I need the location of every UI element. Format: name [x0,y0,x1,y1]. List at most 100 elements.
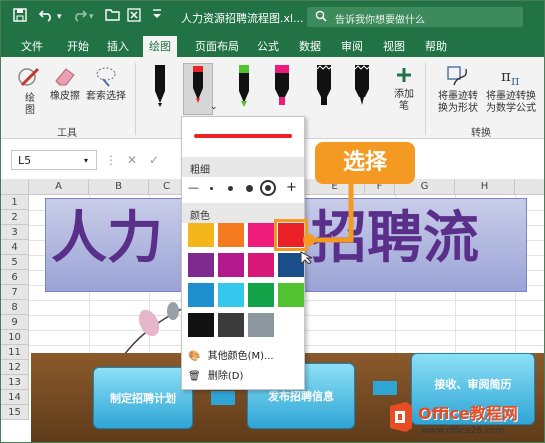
ink-to-math-label: 将墨迹转换 为数学公式 [486,91,536,114]
tab-review[interactable]: 审阅 [341,38,363,54]
tab-formulas[interactable]: 公式 [257,38,279,54]
color-swatch[interactable] [188,283,214,307]
draw-button[interactable]: 绘 图 [15,65,45,117]
save-icon[interactable] [13,8,27,26]
column-header[interactable]: A [29,179,89,195]
row-header[interactable]: 1 [1,195,29,210]
eraser-label: 橡皮擦 [50,91,80,102]
color-swatch[interactable] [248,283,274,307]
select-all-corner[interactable] [1,179,29,195]
column-header[interactable]: C [149,179,185,195]
trash-icon: 🗑 [188,371,201,382]
row-header[interactable]: 13 [1,375,29,390]
flow-arrow [211,391,235,405]
thickness-1-icon[interactable] [210,187,213,190]
highlighter-pink[interactable] [267,63,297,109]
row-header[interactable]: 8 [1,300,29,315]
search-icon [315,10,327,25]
eraser-icon [55,68,75,86]
color-swatch[interactable] [188,253,214,277]
color-swatch[interactable] [188,223,214,247]
draw-label: 绘 图 [25,93,35,116]
row-header[interactable]: 5 [1,255,29,270]
color-label: 颜色 [190,211,210,222]
row-header[interactable]: 6 [1,270,29,285]
logo-name: Office教程网 [418,404,518,423]
color-swatch[interactable] [248,223,274,247]
draw-icon [18,67,40,87]
tab-draw[interactable]: 绘图 [143,36,177,57]
delete-item[interactable]: 🗑 删除(D) [188,367,243,382]
undo-dropdown-icon[interactable]: ▾ [57,12,62,22]
highlighter-black-icon [316,65,332,105]
column-header[interactable]: B [89,179,149,195]
tab-file[interactable]: 文件 [21,38,43,54]
ink-to-shape-icon [447,66,467,86]
row-header[interactable]: 11 [1,345,29,360]
color-swatch[interactable] [278,283,304,307]
pen-options-chevron-icon[interactable]: ⌄ [210,102,218,112]
thickness-minus-icon[interactable]: — [188,181,199,194]
redo-dropdown-icon[interactable]: ▾ [89,12,94,22]
color-swatch[interactable] [188,313,214,337]
pencil-black-icon [354,65,370,105]
row-header[interactable]: 15 [1,405,29,420]
tab-view[interactable]: 视图 [383,38,405,54]
open-folder-icon[interactable] [105,8,120,25]
enter-icon[interactable]: ✓ [149,153,159,167]
ink-to-shape-button[interactable]: 将墨迹转 换为形状 [433,65,483,115]
office-logo-icon [390,402,412,432]
row-header[interactable]: 4 [1,240,29,255]
thickness-3-icon[interactable] [246,185,253,192]
color-swatch[interactable] [248,313,274,337]
redo-icon[interactable] [73,8,88,26]
tab-page-layout[interactable]: 页面布局 [195,38,239,54]
color-swatch[interactable] [218,253,244,277]
column-header[interactable]: H [455,179,515,195]
cancel-icon[interactable]: ✕ [127,153,137,167]
row-header[interactable]: 9 [1,315,29,330]
pen-black[interactable] [145,63,175,109]
search-placeholder: 告诉我你想要做什么 [335,15,425,26]
ink-to-math-button[interactable]: ππ 将墨迹转换 为数学公式 [483,65,539,115]
tools-group-label: 工具 [57,128,77,139]
row-header[interactable]: 3 [1,225,29,240]
tab-insert[interactable]: 插入 [107,38,129,54]
svg-text:π: π [501,67,511,85]
row-header[interactable]: 7 [1,285,29,300]
undo-icon[interactable] [38,8,53,26]
tab-home[interactable]: 开始 [67,38,89,54]
row-header[interactable]: 10 [1,330,29,345]
add-pen-button[interactable]: 添加 笔 [389,65,419,113]
tab-data[interactable]: 数据 [299,38,321,54]
pencil-black[interactable] [347,63,377,109]
tab-help[interactable]: 帮助 [425,38,447,54]
pen-green-icon [239,65,249,107]
thickness-selector[interactable]: — + [186,179,302,199]
select-callout: 选择 [315,142,415,184]
pen-green[interactable] [229,63,259,109]
pen-red-selected[interactable]: ⌄ [183,63,218,115]
excel-icon[interactable] [127,8,141,26]
tell-me-search[interactable]: 告诉我你想要做什么 [307,7,523,27]
eraser-button[interactable]: 橡皮擦 [47,65,83,103]
row-header[interactable]: 14 [1,390,29,405]
customize-toolbar-icon[interactable] [151,8,163,24]
more-colors-item[interactable]: 🎨 其他颜色(M)... [188,347,274,362]
name-box[interactable]: L5 ▾ [11,150,97,170]
thickness-dot-icon [265,185,271,191]
column-header-blank[interactable] [515,179,544,195]
color-swatch[interactable] [218,283,244,307]
thickness-2-icon[interactable] [228,186,233,191]
lasso-select-button[interactable]: 套索选择 [85,65,127,103]
row-header[interactable]: 2 [1,210,29,225]
highlighter-black[interactable] [309,63,339,109]
row-header[interactable]: 12 [1,360,29,375]
color-swatch[interactable] [218,223,244,247]
color-swatch[interactable] [248,253,274,277]
ribbon-tabs: 文件 开始 插入 绘图 页面布局 公式 数据 审阅 视图 帮助 [1,33,544,57]
color-swatch[interactable] [218,313,244,337]
name-box-chevron-icon[interactable]: ▾ [84,156,88,165]
plus-icon [397,68,411,82]
flow-step[interactable]: 制定招聘计划 [93,367,193,429]
